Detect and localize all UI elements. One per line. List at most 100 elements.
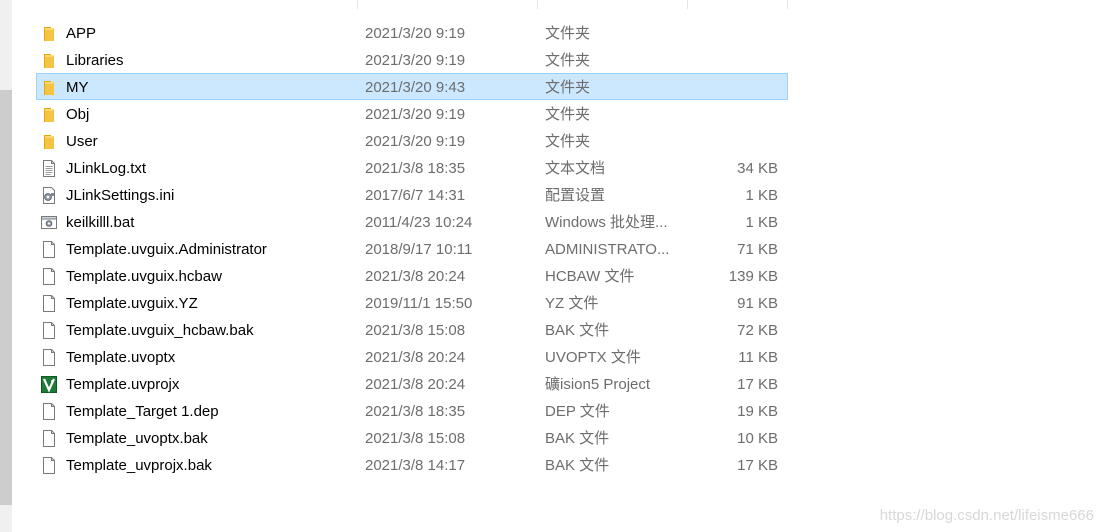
column-header[interactable] [36,0,788,9]
folder-icon [41,25,57,42]
file-size: 72 KB [737,322,778,339]
text-file-icon [41,160,57,177]
file-list: APP 2021/3/20 9:19 文件夹 Libraries 2021/3/20 9… [36,19,788,478]
file-row[interactable]: APP 2021/3/20 9:19 文件夹 [36,19,788,46]
file-row[interactable]: JLinkLog.txt 2021/3/8 18:35 文本文档 34 KB [36,154,788,181]
file-row[interactable]: MY 2021/3/20 9:43 文件夹 [36,73,788,100]
file-type: ADMINISTRATO... [545,241,670,258]
file-name: Template.uvguix.hcbaw [66,268,222,285]
file-type: Windows 批处理... [545,214,668,231]
file-row[interactable]: Obj 2021/3/20 9:19 文件夹 [36,100,788,127]
file-name: Template.uvprojx [66,376,180,393]
file-type: 文本文档 [545,160,606,177]
file-size: 1 KB [745,187,778,204]
file-date-modified: 2021/3/20 9:19 [365,106,466,123]
blank-file-icon [41,457,57,474]
file-type: HCBAW 文件 [545,268,635,285]
file-name: Obj [66,106,90,123]
file-date-modified: 2021/3/20 9:19 [365,133,466,150]
file-row[interactable]: JLinkSettings.ini 2017/6/7 14:31 配置设置 1 KB [36,181,788,208]
file-row[interactable]: Template.uvguix.hcbaw 2021/3/8 20:24 HCBAW… [36,262,788,289]
file-date-modified: 2017/6/7 14:31 [365,187,466,204]
file-row[interactable]: Template.uvguix.Administrator 2018/9/17 1… [36,235,788,262]
blank-file-icon [41,295,57,312]
file-type: UVOPTX 文件 [545,349,641,366]
file-date-modified: 2021/3/20 9:19 [365,52,466,69]
batch-file-icon [41,214,57,231]
file-row[interactable]: User 2021/3/20 9:19 文件夹 [36,127,788,154]
file-type: YZ 文件 [545,295,599,312]
folder-icon [41,52,57,69]
scrollbar-thumb[interactable] [0,90,12,505]
file-name: Template.uvguix.YZ [66,295,198,312]
file-type: 礦ision5 Project [545,376,651,393]
file-date-modified: 2021/3/20 9:43 [365,79,466,96]
file-row[interactable]: Template.uvguix_hcbaw.bak 2021/3/8 15:08 B… [36,316,788,343]
file-name: Libraries [66,52,124,69]
svg-text:5: 5 [51,380,54,386]
file-name: keilkilll.bat [66,214,135,231]
file-name: MY [66,79,89,96]
settings-file-icon [41,187,57,204]
file-row[interactable]: Template_uvprojx.bak 2021/3/8 14:17 BAK 文件… [36,451,788,478]
file-row[interactable]: Template_Target 1.dep 2021/3/8 18:35 DEP 文… [36,397,788,424]
blank-file-icon [41,349,57,366]
file-date-modified: 2021/3/8 20:24 [365,268,466,285]
file-date-modified: 2021/3/8 20:24 [365,376,466,393]
file-row[interactable]: Template.uvoptx 2021/3/8 20:24 UVOPTX 文件 11… [36,343,788,370]
file-name: User [66,133,98,150]
column-separator[interactable] [787,0,788,9]
file-row[interactable]: Template.uvguix.YZ 2019/11/1 15:50 YZ 文件 91… [36,289,788,316]
file-date-modified: 2019/11/1 15:50 [365,295,473,312]
file-type: 文件夹 [545,25,591,42]
file-date-modified: 2021/3/20 9:19 [365,25,466,42]
file-name: Template_uvoptx.bak [66,430,208,447]
file-size: 1 KB [745,214,778,231]
file-row[interactable]: keilkilll.bat 2011/4/23 10:24 Windows 批处理.… [36,208,788,235]
file-name: JLinkLog.txt [66,160,147,177]
file-date-modified: 2021/3/8 18:35 [365,160,466,177]
file-date-modified: 2021/3/8 15:08 [365,322,466,339]
watermark: https://blog.csdn.net/lifeisme666 [879,507,1094,524]
file-row[interactable]: Template_uvoptx.bak 2021/3/8 15:08 BAK 文件 1… [36,424,788,451]
file-type: 文件夹 [545,133,591,150]
file-size: 11 KB [738,349,778,366]
file-name: Template_Target 1.dep [66,403,219,420]
file-date-modified: 2021/3/8 15:08 [365,430,466,447]
file-date-modified: 2018/9/17 10:11 [365,241,473,258]
file-type: DEP 文件 [545,403,610,420]
file-name: APP [66,25,97,42]
blank-file-icon [41,430,57,447]
file-size: 71 KB [737,241,778,258]
blank-file-icon [41,268,57,285]
file-type: BAK 文件 [545,322,610,339]
file-name: JLinkSettings.ini [66,187,175,204]
file-name: Template.uvoptx [66,349,176,366]
file-size: 10 KB [737,430,778,447]
file-date-modified: 2011/4/23 10:24 [365,214,473,231]
file-date-modified: 2021/3/8 14:17 [365,457,466,474]
column-separator[interactable] [687,0,688,9]
file-name: Template_uvprojx.bak [66,457,212,474]
column-separator[interactable] [357,0,358,9]
file-name: Template.uvguix.Administrator [66,241,267,258]
file-type: 文件夹 [545,52,591,69]
file-name: Template.uvguix_hcbaw.bak [66,322,254,339]
file-type: 文件夹 [545,79,591,96]
column-separator[interactable] [537,0,538,9]
file-type: 文件夹 [545,106,591,123]
file-row[interactable]: Libraries 2021/3/20 9:19 文件夹 [36,46,788,73]
folder-icon [41,106,57,123]
folder-icon [41,79,57,96]
file-date-modified: 2021/3/8 20:24 [365,349,466,366]
file-size: 17 KB [737,457,778,474]
file-size: 19 KB [737,403,778,420]
file-size: 17 KB [737,376,778,393]
file-row[interactable]: 5 Template.uvprojx 2021/3/8 20:24 礦ision5 P… [36,370,788,397]
folder-icon [41,133,57,150]
blank-file-icon [41,403,57,420]
file-type: BAK 文件 [545,430,610,447]
file-type: BAK 文件 [545,457,610,474]
blank-file-icon [41,241,57,258]
left-pane-scrollbar[interactable] [0,0,12,532]
